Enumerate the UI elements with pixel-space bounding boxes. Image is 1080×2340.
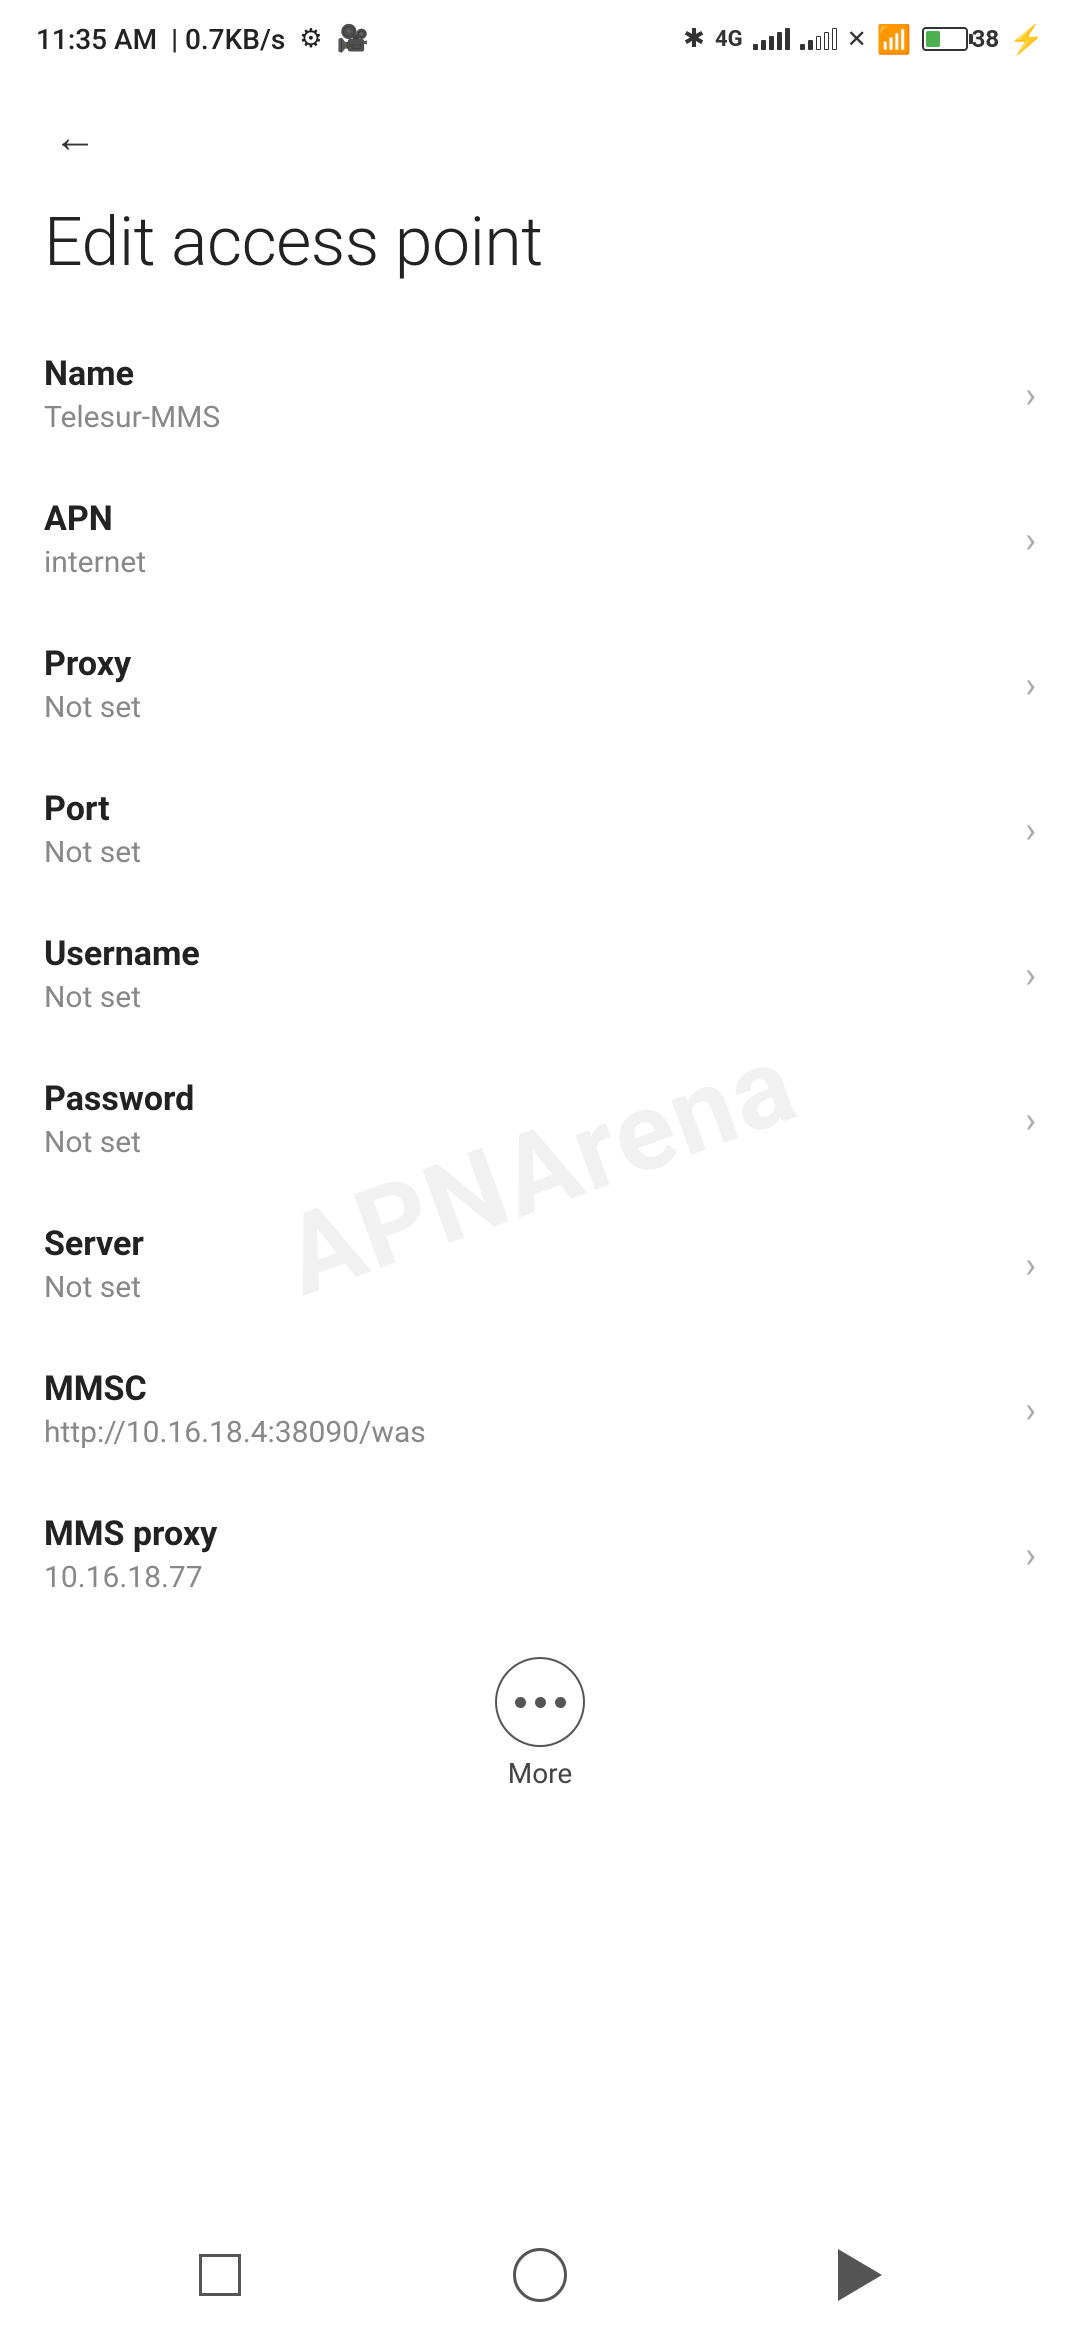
chevron-icon-username: › — [1025, 954, 1036, 996]
settings-item-port-content: Port Not set — [44, 789, 1005, 870]
home-icon — [513, 2248, 567, 2302]
camera-icon: 🎥 — [337, 24, 369, 54]
chevron-icon-apn: › — [1025, 519, 1036, 561]
signal-bars-2 — [800, 28, 837, 50]
recent-apps-icon — [199, 2254, 241, 2296]
settings-item-proxy[interactable]: Proxy Not set › — [0, 612, 1080, 757]
settings-item-proxy-content: Proxy Not set — [44, 644, 1005, 725]
page-title: Edit access point — [0, 192, 1080, 322]
settings-item-name-label: Name — [44, 354, 1005, 394]
nav-bar — [0, 2210, 1080, 2340]
settings-item-server-content: Server Not set — [44, 1224, 1005, 1305]
settings-item-mms-proxy-label: MMS proxy — [44, 1514, 1005, 1554]
back-arrow-icon: ← — [53, 115, 97, 159]
settings-item-mms-proxy[interactable]: MMS proxy 10.16.18.77 › — [0, 1482, 1080, 1627]
more-dots-icon — [515, 1697, 566, 1708]
wifi-icon: 📶 — [877, 23, 912, 56]
chevron-icon-name: › — [1025, 374, 1036, 416]
settings-item-apn[interactable]: APN internet › — [0, 467, 1080, 612]
status-bar: 11:35 AM | 0.7KB/s ⚙ 🎥 ✱ 4G ✕ 📶 — [0, 0, 1080, 72]
chevron-icon-proxy: › — [1025, 664, 1036, 706]
settings-item-server[interactable]: Server Not set › — [0, 1192, 1080, 1337]
settings-item-apn-label: APN — [44, 499, 1005, 539]
settings-item-apn-content: APN internet — [44, 499, 1005, 580]
settings-item-mmsc-content: MMSC http://10.16.18.4:38090/was — [44, 1369, 1005, 1450]
settings-item-mmsc[interactable]: MMSC http://10.16.18.4:38090/was › — [0, 1337, 1080, 1482]
settings-item-password-content: Password Not set — [44, 1079, 1005, 1160]
settings-item-mms-proxy-content: MMS proxy 10.16.18.77 — [44, 1514, 1005, 1595]
chevron-icon-server: › — [1025, 1244, 1036, 1286]
settings-item-username[interactable]: Username Not set › — [0, 902, 1080, 1047]
charging-icon: ⚡ — [1009, 23, 1044, 56]
recent-apps-button[interactable] — [175, 2230, 265, 2320]
settings-item-name-value: Telesur-MMS — [44, 400, 1005, 435]
settings-item-username-value: Not set — [44, 980, 1005, 1015]
settings-item-username-content: Username Not set — [44, 934, 1005, 1015]
settings-item-port-value: Not set — [44, 835, 1005, 870]
settings-item-mmsc-label: MMSC — [44, 1369, 1005, 1409]
settings-item-proxy-label: Proxy — [44, 644, 1005, 684]
settings-item-password[interactable]: Password Not set › — [0, 1047, 1080, 1192]
time-display: 11:35 AM — [36, 23, 157, 56]
bluetooth-icon: ✱ — [683, 24, 705, 54]
settings-item-port[interactable]: Port Not set › — [0, 757, 1080, 902]
more-label: More — [508, 1757, 573, 1790]
settings-icon: ⚙ — [299, 24, 322, 54]
signal-bars-1 — [753, 28, 790, 50]
back-area: ← — [0, 72, 1080, 192]
battery-indicator: 38 — [922, 25, 1000, 53]
settings-list: Name Telesur-MMS › APN internet › Proxy … — [0, 322, 1080, 1627]
no-signal-icon: ✕ — [847, 25, 867, 53]
more-button[interactable] — [495, 1657, 585, 1747]
chevron-icon-mmsc: › — [1025, 1389, 1036, 1431]
status-left: 11:35 AM | 0.7KB/s ⚙ 🎥 — [36, 23, 369, 56]
settings-item-proxy-value: Not set — [44, 690, 1005, 725]
chevron-icon-password: › — [1025, 1099, 1036, 1141]
back-nav-button[interactable] — [815, 2230, 905, 2320]
settings-item-server-label: Server — [44, 1224, 1005, 1264]
settings-item-server-value: Not set — [44, 1270, 1005, 1305]
settings-item-mms-proxy-value: 10.16.18.77 — [44, 1560, 1005, 1595]
home-button[interactable] — [495, 2230, 585, 2320]
settings-item-name-content: Name Telesur-MMS — [44, 354, 1005, 435]
back-nav-icon — [838, 2249, 882, 2301]
status-right: ✱ 4G ✕ 📶 38 ⚡ — [683, 23, 1044, 56]
settings-item-username-label: Username — [44, 934, 1005, 974]
settings-item-password-value: Not set — [44, 1125, 1005, 1160]
speed-display: | 0.7KB/s — [171, 23, 285, 56]
more-section: More — [0, 1627, 1080, 1810]
settings-item-apn-value: internet — [44, 545, 1005, 580]
settings-item-port-label: Port — [44, 789, 1005, 829]
chevron-icon-port: › — [1025, 809, 1036, 851]
back-button[interactable]: ← — [40, 102, 110, 172]
network-4g-icon: 4G — [715, 27, 743, 52]
settings-item-name[interactable]: Name Telesur-MMS › — [0, 322, 1080, 467]
settings-item-mmsc-value: http://10.16.18.4:38090/was — [44, 1415, 1005, 1450]
settings-item-password-label: Password — [44, 1079, 1005, 1119]
chevron-icon-mms-proxy: › — [1025, 1534, 1036, 1576]
